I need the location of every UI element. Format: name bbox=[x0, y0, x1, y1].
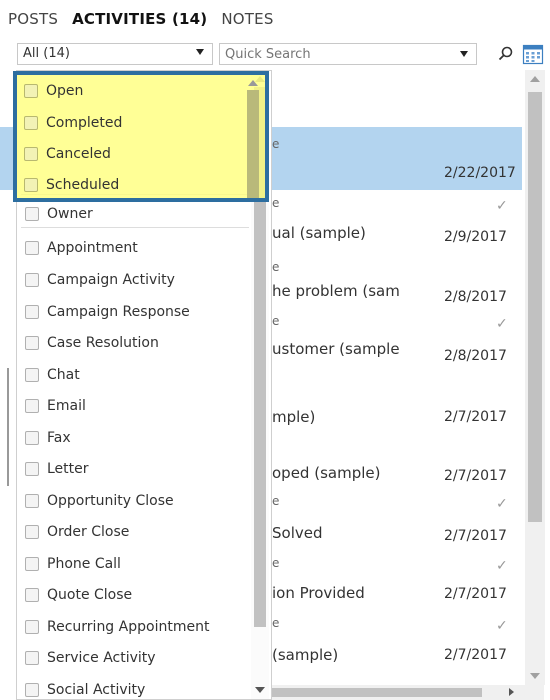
calendar-icon[interactable] bbox=[522, 43, 544, 65]
dropdown-option-campaign-response[interactable]: Campaign Response bbox=[17, 298, 249, 326]
dropdown-option-letter[interactable]: Letter bbox=[17, 455, 249, 483]
scroll-right-icon[interactable] bbox=[509, 688, 514, 696]
checkbox[interactable] bbox=[25, 683, 39, 697]
checkbox[interactable] bbox=[25, 494, 39, 508]
checkbox[interactable] bbox=[25, 368, 39, 382]
dropdown-option-scheduled[interactable]: Scheduled bbox=[24, 172, 119, 198]
dropdown-option-fax[interactable]: Fax bbox=[17, 424, 249, 452]
checkbox[interactable] bbox=[24, 147, 38, 161]
dropdown-option-case-resolution[interactable]: Case Resolution bbox=[17, 329, 249, 357]
dropdown-option-email[interactable]: Email bbox=[17, 392, 249, 420]
checkbox[interactable] bbox=[24, 116, 38, 130]
tab-posts[interactable]: POSTS bbox=[8, 10, 58, 28]
dropdown-option-campaign-activity[interactable]: Campaign Activity bbox=[17, 266, 249, 294]
scroll-down-icon[interactable] bbox=[255, 687, 265, 693]
dropdown-option-opportunity-close[interactable]: Opportunity Close bbox=[17, 487, 249, 515]
scrollbar-thumb[interactable] bbox=[528, 92, 542, 522]
checkbox[interactable] bbox=[25, 399, 39, 413]
dropdown-option-service-activity[interactable]: Service Activity bbox=[17, 644, 249, 672]
dropdown-option-quote-close[interactable]: Quote Close bbox=[17, 581, 249, 609]
scroll-down-icon[interactable] bbox=[530, 673, 540, 679]
activity-filter-select[interactable]: All (14) bbox=[17, 43, 213, 65]
tab-bar: POSTS ACTIVITIES (14) NOTES bbox=[8, 6, 288, 32]
checkbox[interactable] bbox=[25, 431, 39, 445]
dropdown-option-recurring-appointment[interactable]: Recurring Appointment bbox=[17, 613, 249, 641]
checkbox[interactable] bbox=[25, 588, 39, 602]
scroll-up-icon[interactable] bbox=[530, 76, 540, 82]
dropdown-option-phone-call[interactable]: Phone Call bbox=[17, 550, 249, 578]
dropdown-option-open[interactable]: Open bbox=[24, 78, 83, 104]
tab-activities[interactable]: ACTIVITIES (14) bbox=[72, 10, 207, 28]
checkbox[interactable] bbox=[24, 84, 38, 98]
dropdown-option-chat[interactable]: Chat bbox=[17, 361, 249, 389]
scroll-up-icon[interactable] bbox=[248, 80, 258, 86]
checkbox[interactable] bbox=[25, 207, 39, 221]
dropdown-option-social-activity[interactable]: Social Activity bbox=[17, 676, 249, 699]
panel-edge-divider bbox=[7, 368, 9, 486]
tab-notes[interactable]: NOTES bbox=[221, 10, 273, 28]
checkbox[interactable] bbox=[25, 557, 39, 571]
checkbox[interactable] bbox=[25, 620, 39, 634]
status-options-highlight: Open Completed Canceled Scheduled bbox=[13, 71, 269, 202]
checkbox[interactable] bbox=[25, 241, 39, 255]
filter-selected-value: All (14) bbox=[23, 46, 70, 61]
checkbox[interactable] bbox=[25, 651, 39, 665]
checkbox[interactable] bbox=[25, 336, 39, 350]
checkbox[interactable] bbox=[25, 305, 39, 319]
checkbox[interactable] bbox=[25, 273, 39, 287]
dropdown-option-appointment[interactable]: Appointment bbox=[17, 234, 249, 262]
quick-search-input[interactable] bbox=[219, 43, 477, 65]
chevron-down-icon[interactable] bbox=[460, 51, 468, 57]
highlight-scrollbar-segment bbox=[245, 75, 261, 198]
search-icon[interactable] bbox=[497, 45, 515, 63]
dropdown-option-completed[interactable]: Completed bbox=[24, 110, 122, 136]
dropdown-option-owner[interactable]: Owner bbox=[17, 200, 249, 228]
scrollbar-thumb[interactable] bbox=[247, 90, 259, 198]
checkbox[interactable] bbox=[25, 462, 39, 476]
activity-list-scrollbar[interactable] bbox=[525, 70, 545, 685]
horizontal-scrollbar[interactable] bbox=[272, 685, 544, 700]
dropdown-option-canceled[interactable]: Canceled bbox=[24, 141, 111, 167]
checkbox[interactable] bbox=[25, 525, 39, 539]
checkbox[interactable] bbox=[24, 178, 38, 192]
dropdown-option-order-close[interactable]: Order Close bbox=[17, 518, 249, 546]
horizontal-scrollbar-thumb[interactable] bbox=[272, 688, 482, 697]
chevron-down-icon bbox=[196, 49, 204, 55]
